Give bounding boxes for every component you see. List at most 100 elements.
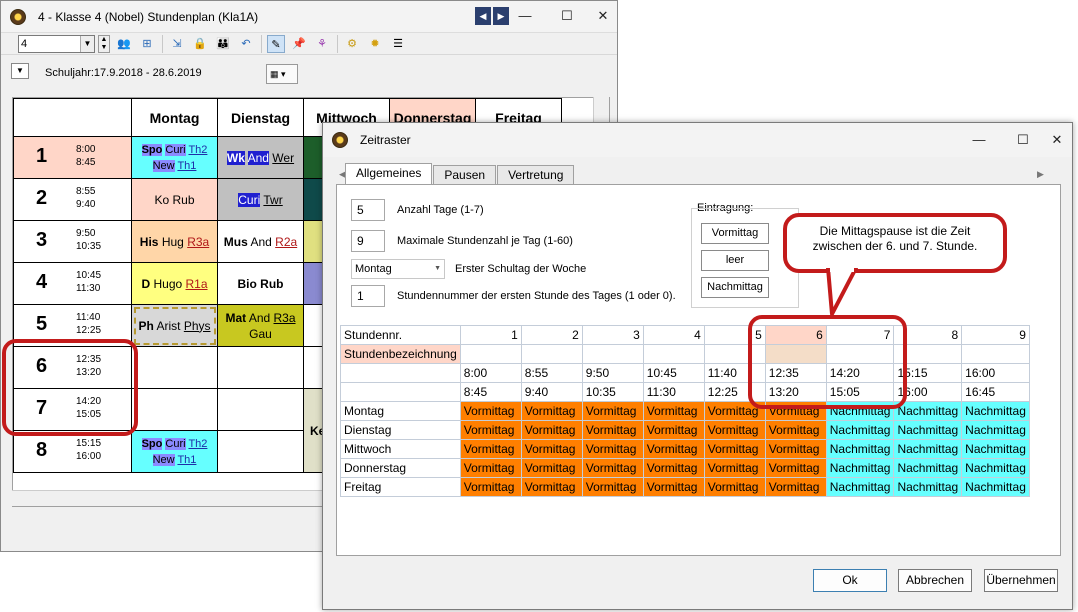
lesson-cell[interactable] [217,346,304,389]
end-time[interactable]: 10:35 [581,382,644,402]
next-arrow-icon[interactable]: ▶ [493,7,509,25]
vormittag-cell[interactable]: Vormittag [581,477,644,497]
add-icon[interactable]: ⊞ [138,35,156,53]
nachmittag-cell[interactable]: Nachmittag [893,401,963,421]
start-time[interactable]: 16:00 [961,363,1030,383]
end-time[interactable]: 8:45 [459,382,522,402]
lesson-cell[interactable] [131,346,218,389]
grid-cell[interactable] [581,344,644,364]
tools-icon[interactable]: ⚙ [343,35,361,53]
vormittag-cell[interactable]: Vormittag [459,401,522,421]
vormittag-cell[interactable]: Vormittag [520,477,583,497]
maximize-button[interactable]: ☐ [555,5,579,27]
lesson-cell[interactable]: Mus And R2a [217,220,304,263]
nachmittag-cell[interactable]: Nachmittag [825,420,895,440]
tab-allgemeines[interactable]: Allgemeines [345,163,433,185]
vormittag-cell[interactable]: Vormittag [703,477,766,497]
vormittag-cell[interactable]: Vormittag [703,458,766,478]
start-time[interactable]: 10:45 [642,363,705,383]
lesson-cell[interactable]: Mat And R3a Gau [217,304,304,347]
vormittag-cell[interactable]: Vormittag [581,439,644,459]
nachmittag-cell[interactable]: Nachmittag [825,477,895,497]
undo-icon[interactable]: ↶ [237,35,255,53]
lesson-cell[interactable]: His Hug R3a [131,220,218,263]
vormittag-cell[interactable]: Vormittag [764,439,827,459]
vormittag-cell[interactable]: Vormittag [642,420,705,440]
tab-scroll-right-icon[interactable]: ▶ [1037,169,1044,180]
tab-pausen[interactable]: Pausen [433,165,497,185]
vormittag-cell[interactable]: Vormittag [581,401,644,421]
max-stunden-input[interactable]: 9 [351,230,385,252]
vormittag-cell[interactable]: Vormittag [459,439,522,459]
nachmittag-cell[interactable]: Nachmittag [893,439,963,459]
nachmittag-cell[interactable]: Nachmittag [825,458,895,478]
nachmittag-button[interactable]: Nachmittag [701,277,769,298]
vormittag-cell[interactable]: Vormittag [520,401,583,421]
class-selector[interactable]: 4 ▼ [18,34,95,53]
close-button[interactable]: ✕ [591,5,615,27]
erster-schultag-select[interactable]: Montag ▼ [351,259,445,279]
nachmittag-cell[interactable]: Nachmittag [961,439,1030,459]
grid-cell[interactable] [642,344,705,364]
start-time[interactable]: 9:50 [581,363,644,383]
vormittag-cell[interactable]: Vormittag [764,458,827,478]
spin-button[interactable]: ▲ ▼ [98,34,110,53]
lesson-cell[interactable]: Bio Rub [217,262,304,305]
minimize-button[interactable]: — [967,129,991,151]
nachmittag-cell[interactable]: Nachmittag [893,420,963,440]
end-time[interactable]: 11:30 [642,382,705,402]
prev-arrow-icon[interactable]: ◀ [475,7,491,25]
vormittag-cell[interactable]: Vormittag [642,439,705,459]
lesson-cell[interactable] [217,430,304,473]
lesson-cell[interactable]: Spo Curi Th2 New Th1 [131,430,218,473]
nachmittag-cell[interactable]: Nachmittag [961,458,1030,478]
vormittag-cell[interactable]: Vormittag [703,439,766,459]
start-time[interactable]: 8:55 [520,363,583,383]
list-menu-icon[interactable]: ☰ [389,35,407,53]
nachmittag-cell[interactable]: Nachmittag [961,477,1030,497]
lesson-cell[interactable]: Spo Curi Th2 New Th1 [131,136,218,179]
tab-vertretung[interactable]: Vertretung [497,165,575,185]
lesson-cell[interactable]: D Hugo R1a [131,262,218,305]
dropdown-icon[interactable]: ▼ [11,63,29,79]
vormittag-button[interactable]: Vormittag [701,223,769,244]
grid-cell[interactable] [459,344,522,364]
nachmittag-cell[interactable]: Nachmittag [893,458,963,478]
minimize-button[interactable]: — [513,5,537,27]
chevron-down-icon[interactable]: ▼ [434,260,441,278]
start-time[interactable]: 8:00 [459,363,522,383]
maximize-button[interactable]: ☐ [1011,129,1035,151]
vormittag-cell[interactable]: Vormittag [764,420,827,440]
lesson-cell[interactable]: Curi Twr [217,178,304,221]
lesson-cell[interactable] [131,388,218,431]
vormittag-cell[interactable]: Vormittag [520,439,583,459]
vormittag-cell[interactable]: Vormittag [642,477,705,497]
pin-icon[interactable]: 📌 [290,35,308,53]
end-time[interactable]: 9:40 [520,382,583,402]
users-icon[interactable]: 👥 [115,35,133,53]
vormittag-cell[interactable]: Vormittag [459,458,522,478]
vormittag-cell[interactable]: Vormittag [581,420,644,440]
chevron-down-icon[interactable]: ▼ [80,35,94,52]
nachmittag-cell[interactable]: Nachmittag [961,420,1030,440]
close-button[interactable]: ✕ [1045,129,1069,151]
vormittag-cell[interactable]: Vormittag [703,420,766,440]
lock-icon[interactable]: 🔒 [191,35,209,53]
vormittag-cell[interactable]: Vormittag [581,458,644,478]
export-icon[interactable]: ⇲ [168,35,186,53]
vormittag-cell[interactable]: Vormittag [764,477,827,497]
vormittag-cell[interactable]: Vormittag [520,420,583,440]
nachmittag-cell[interactable]: Nachmittag [961,401,1030,421]
vormittag-cell[interactable]: Vormittag [459,420,522,440]
grid-cell[interactable] [961,344,1030,364]
edit-icon[interactable]: ✎ [267,34,285,53]
vormittag-cell[interactable]: Vormittag [642,401,705,421]
nachmittag-cell[interactable]: Nachmittag [825,439,895,459]
lesson-cell[interactable]: Ph Arist Phys [131,304,218,347]
flow-icon[interactable]: ⚘ [313,35,331,53]
nachmittag-cell[interactable]: Nachmittag [893,477,963,497]
end-time[interactable]: 16:45 [961,382,1030,402]
apply-button[interactable]: Übernehmen [984,569,1058,592]
vormittag-cell[interactable]: Vormittag [520,458,583,478]
lesson-cell[interactable]: Ko Rub [131,178,218,221]
